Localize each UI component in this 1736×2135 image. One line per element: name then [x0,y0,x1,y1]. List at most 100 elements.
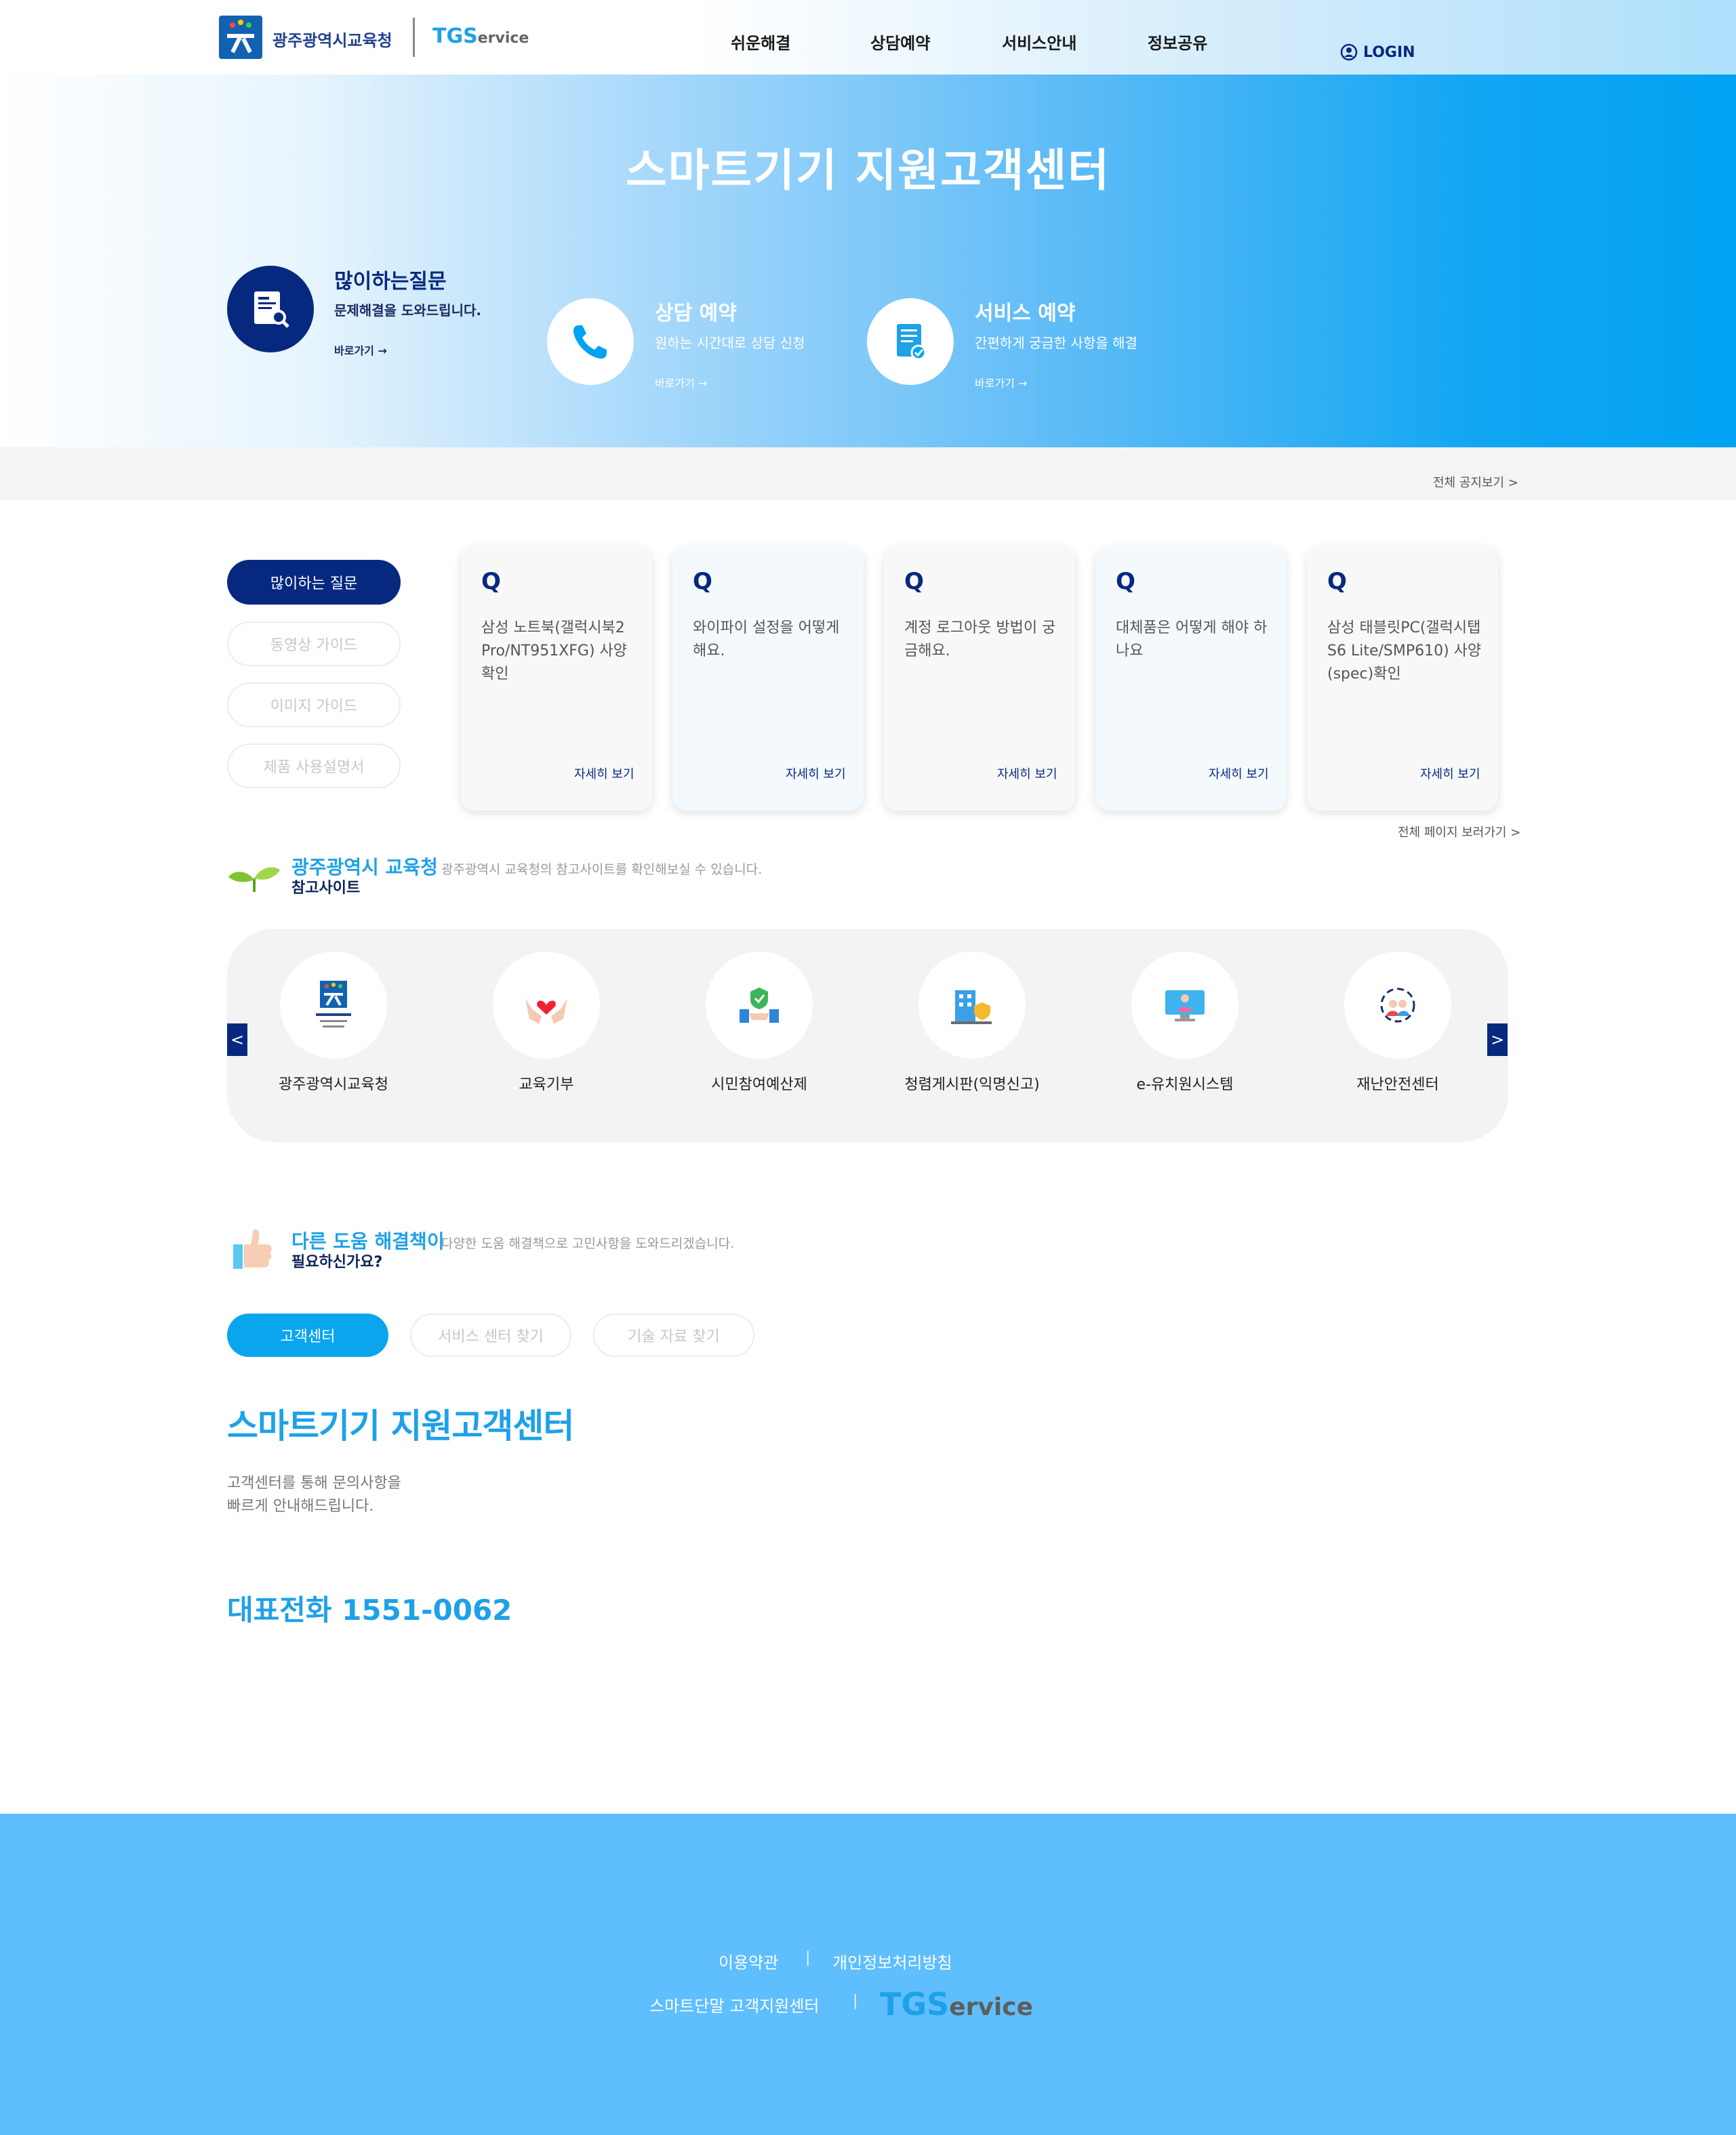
faq-more-link[interactable]: 자세히 보기 [1209,765,1269,782]
safety-people-icon [1380,988,1415,1023]
consult-card-icon[interactable] [547,298,634,385]
reference-sites-carousel [227,929,1508,1142]
tgs-big-text: TGS [432,24,478,48]
faq-card-icon[interactable] [227,266,314,352]
faq-card[interactable]: Q 삼성 노트북(갤럭시북2 Pro/NT951XFG) 사양 확인 자세히 보… [461,546,652,811]
question-mark-label: Q [904,568,924,595]
site-label[interactable]: 청렴게시판(익명신고) [870,1072,1074,1094]
site-disaster-safety-logo[interactable] [1344,952,1451,1059]
faq-question: 삼성 태블릿PC(갤럭시탭 S6 Lite/SMP610) 사양(spec)확인 [1327,619,1482,683]
site-label[interactable]: 교육기부 [445,1072,648,1094]
service-card-title[interactable]: 서비스 예약 [975,296,1075,326]
monitor-person-icon [1165,990,1205,1021]
tab-find-tech-docs[interactable]: 기술 자료 찾기 [593,1314,754,1357]
checklist-document-icon [897,324,927,361]
site-citizen-budget-logo[interactable] [706,952,813,1059]
faq-question: 와이파이 설정을 어떻게 해요. [693,619,840,659]
phone-icon [573,325,607,359]
faq-card[interactable]: Q 와이파이 설정을 어떻게 해요. 자세히 보기 [672,546,864,811]
footer-tgs-small: ervice [949,1993,1033,2021]
sprout-icon [228,867,280,892]
tab-find-service-center[interactable]: 서비스 센터 찾기 [410,1314,571,1357]
help-description: 다양한 도움 해결책으로 고민사항을 도와드리겠습니다. [441,1236,735,1251]
faq-card-sub: 문제해결을 도와드립니다. [334,302,481,319]
footer-tgservice-logo: TGService [880,1986,1033,2022]
login-label: LOGIN [1363,43,1415,61]
footer-separator: | [805,1949,811,1966]
question-mark-label: Q [1116,568,1135,595]
org-name: 광주광역시교육청 [272,31,392,50]
faq-card-link[interactable]: 바로가기 → [334,342,387,358]
faq-more-link[interactable]: 자세히 보기 [1420,765,1480,782]
customer-center-desc-line2: 빠르게 안내해드립니다. [227,1498,374,1515]
faq-question: 대체품은 어떻게 해야 하나요 [1116,619,1268,659]
footer: 이용약관 | 개인정보처리방침 스마트단말 고객지원센터 | TGService [0,1814,1736,2135]
faq-more-link[interactable]: 자세히 보기 [997,765,1057,782]
site-integrity-board-logo[interactable] [919,952,1026,1059]
tab-product-manual[interactable]: 제품 사용설명서 [227,744,401,788]
service-card-icon[interactable] [867,298,954,385]
faq-more-link[interactable]: 자세히 보기 [786,765,846,782]
hero-title: 스마트기기 지원고객센터 [626,144,1110,197]
faq-question: 계정 로그아웃 방법이 궁금해요. [904,619,1056,659]
privacy-policy-link[interactable]: 개인정보처리방침 [832,1949,952,1973]
faq-card[interactable]: Q 계정 로그아웃 방법이 궁금해요. 자세히 보기 [884,546,1075,811]
footer-tgs-big: TGS [880,1986,950,2022]
nav-service-info[interactable]: 서비스안내 [1002,30,1076,54]
carousel-next-button[interactable]: > [1487,1023,1508,1056]
site-label[interactable]: 광주광역시교육청 [232,1072,435,1094]
tab-customer-center[interactable]: 고객센터 [227,1314,388,1357]
question-mark-label: Q [693,568,712,595]
faq-card[interactable]: Q 대체품은 어떻게 해야 하나요 자세히 보기 [1095,546,1287,811]
tab-faq[interactable]: 많이하는 질문 [227,560,401,605]
site-donation-logo[interactable] [493,952,600,1059]
user-icon [1340,43,1358,61]
customer-center-title: 스마트기기 지원고객센터 [227,1406,574,1446]
footer-center-name: 스마트단말 고객지원센터 [649,1997,820,2016]
site-label[interactable]: 재난안전센터 [1296,1072,1499,1094]
service-card-sub: 간편하게 궁금한 사항을 해결 [975,335,1137,351]
all-notices-link[interactable]: 전체 공지보기 > [1433,473,1518,491]
heart-hands-icon [525,998,567,1024]
all-pages-link[interactable]: 전체 페이지 보러가기 > [1398,823,1520,840]
site-label[interactable]: 시민참여예산제 [658,1072,861,1094]
faq-question: 삼성 노트북(갤럭시북2 Pro/NT951XFG) 사양 확인 [481,619,628,683]
tab-video-guide[interactable]: 동영상 가이드 [227,622,401,666]
document-search-icon [254,291,289,328]
site-e-kindergarten-logo[interactable] [1131,952,1238,1059]
main-phone-number[interactable]: 대표전화 1551-0062 [227,1587,512,1629]
top-header: 광주광역시교육청 TGService 쉬운해결 상담예약 서비스안내 정보공유 … [0,0,1736,75]
tgservice-logo[interactable]: TGService [432,24,529,48]
sites-description: 광주광역시 교육청의 참고사이트를 확인해보실 수 있습니다. [441,862,763,877]
question-mark-label: Q [1327,568,1347,595]
hero-banner: 스마트기기 지원고객센터 많이하는질문 문제해결을 도와드립니다. 바로가기 →… [0,75,1736,447]
education-office-emblem-icon [316,981,351,1028]
footer-separator: | [853,1993,858,2010]
faq-card-title[interactable]: 많이하는질문 [334,264,447,294]
handshake-shield-icon [740,988,779,1023]
nav-info-share[interactable]: 정보공유 [1148,30,1207,54]
customer-center-desc-line1: 고객센터를 통해 문의사항을 [227,1475,401,1492]
consult-card-sub: 원하는 시간대로 상담 신청 [655,335,805,351]
site-edu-office-logo[interactable] [280,952,387,1059]
sites-subtitle: 참고사이트 [291,880,361,897]
nav-easy-solve[interactable]: 쉬운해결 [731,30,790,54]
nav-consult-booking[interactable]: 상담예약 [870,30,930,54]
consult-card-link[interactable]: 바로가기 → [655,374,707,390]
thumbs-up-icon [233,1229,272,1269]
building-shield-icon [951,990,992,1024]
carousel-prev-button[interactable]: < [227,1023,247,1056]
help-subtitle: 필요하신가요? [291,1254,383,1271]
faq-card[interactable]: Q 삼성 태블릿PC(갤럭시탭 S6 Lite/SMP610) 사양(spec)… [1307,546,1498,811]
tab-image-guide[interactable]: 이미지 가이드 [227,683,401,727]
site-label[interactable]: e-유치원시스템 [1083,1072,1287,1094]
terms-link[interactable]: 이용약관 [719,1949,778,1973]
tgs-small-text: ervice [477,30,529,47]
question-mark-label: Q [481,568,501,595]
consult-card-title[interactable]: 상담 예약 [655,296,737,326]
login-button[interactable]: LOGIN [1340,43,1415,61]
service-card-link[interactable]: 바로가기 → [975,374,1027,390]
notice-band: 전체 공지보기 > [0,447,1736,500]
education-office-logo[interactable] [219,16,262,59]
faq-more-link[interactable]: 자세히 보기 [574,765,634,782]
